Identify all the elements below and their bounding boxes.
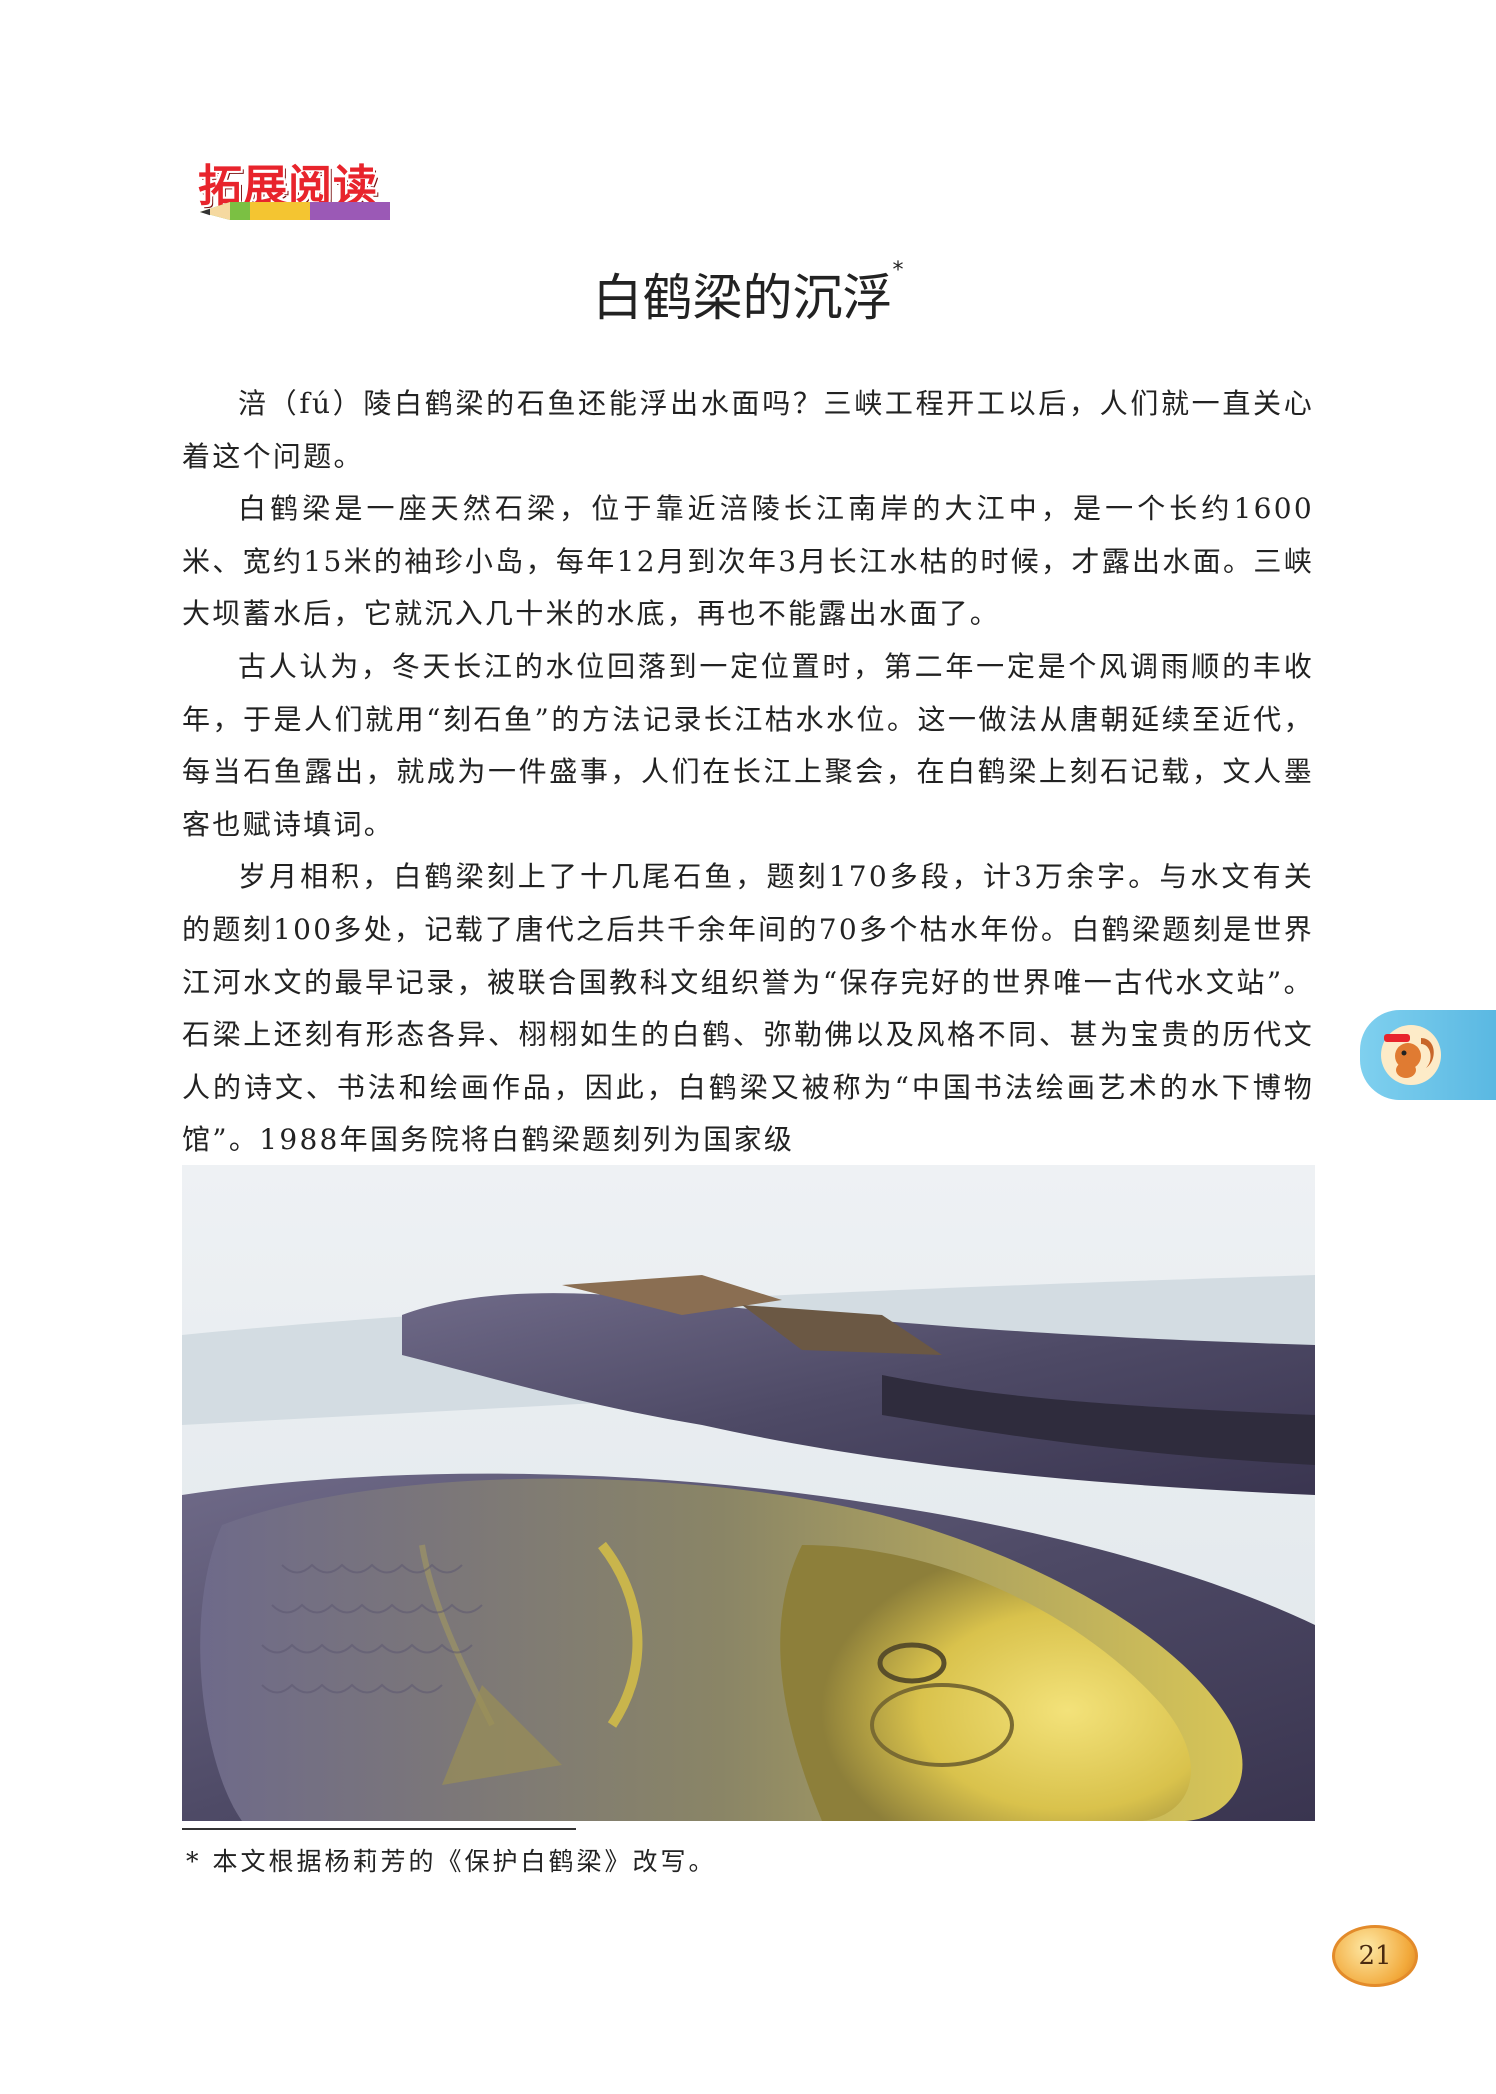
- paragraph: 古人认为，冬天长江的水位回落到一定位置时，第二年一定是个风调雨顺的丰收年，于是人…: [182, 649, 1314, 841]
- stone-fish-illustration: [182, 1165, 1315, 1821]
- paragraph: 岁月相积，白鹤梁刻上了十几尾石鱼，题刻170多段，计3万余字。与水文有关的题刻1…: [182, 860, 1314, 1157]
- title-footnote-mark: *: [892, 258, 904, 283]
- footnote-divider: [182, 1828, 576, 1830]
- article-body: 涪（fú）陵白鹤梁的石鱼还能浮出水面吗？三峡工程开工以后，人们就一直关心着这个问…: [182, 378, 1314, 1167]
- article-title: 白鹤梁的沉浮*: [0, 258, 1496, 330]
- side-tab[interactable]: [1360, 1010, 1496, 1100]
- pencil-icon: [200, 202, 390, 220]
- squirrel-mascot-icon: [1381, 1025, 1441, 1085]
- paragraph: 白鹤梁是一座天然石梁，位于靠近涪陵长江南岸的大江中，是一个长约1600米、宽约1…: [182, 492, 1314, 631]
- section-badge: 拓展阅读: [190, 148, 395, 224]
- article-title-text: 白鹤梁的沉浮: [592, 269, 893, 327]
- page-number: 21: [1332, 1925, 1418, 1987]
- stone-fish-photo: [182, 1165, 1315, 1821]
- paragraph: 涪（fú）陵白鹤梁的石鱼还能浮出水面吗？三峡工程开工以后，人们就一直关心着这个问…: [182, 387, 1314, 473]
- footnote: * 本文根据杨莉芳的《保护白鹤梁》改写。: [186, 1847, 717, 1876]
